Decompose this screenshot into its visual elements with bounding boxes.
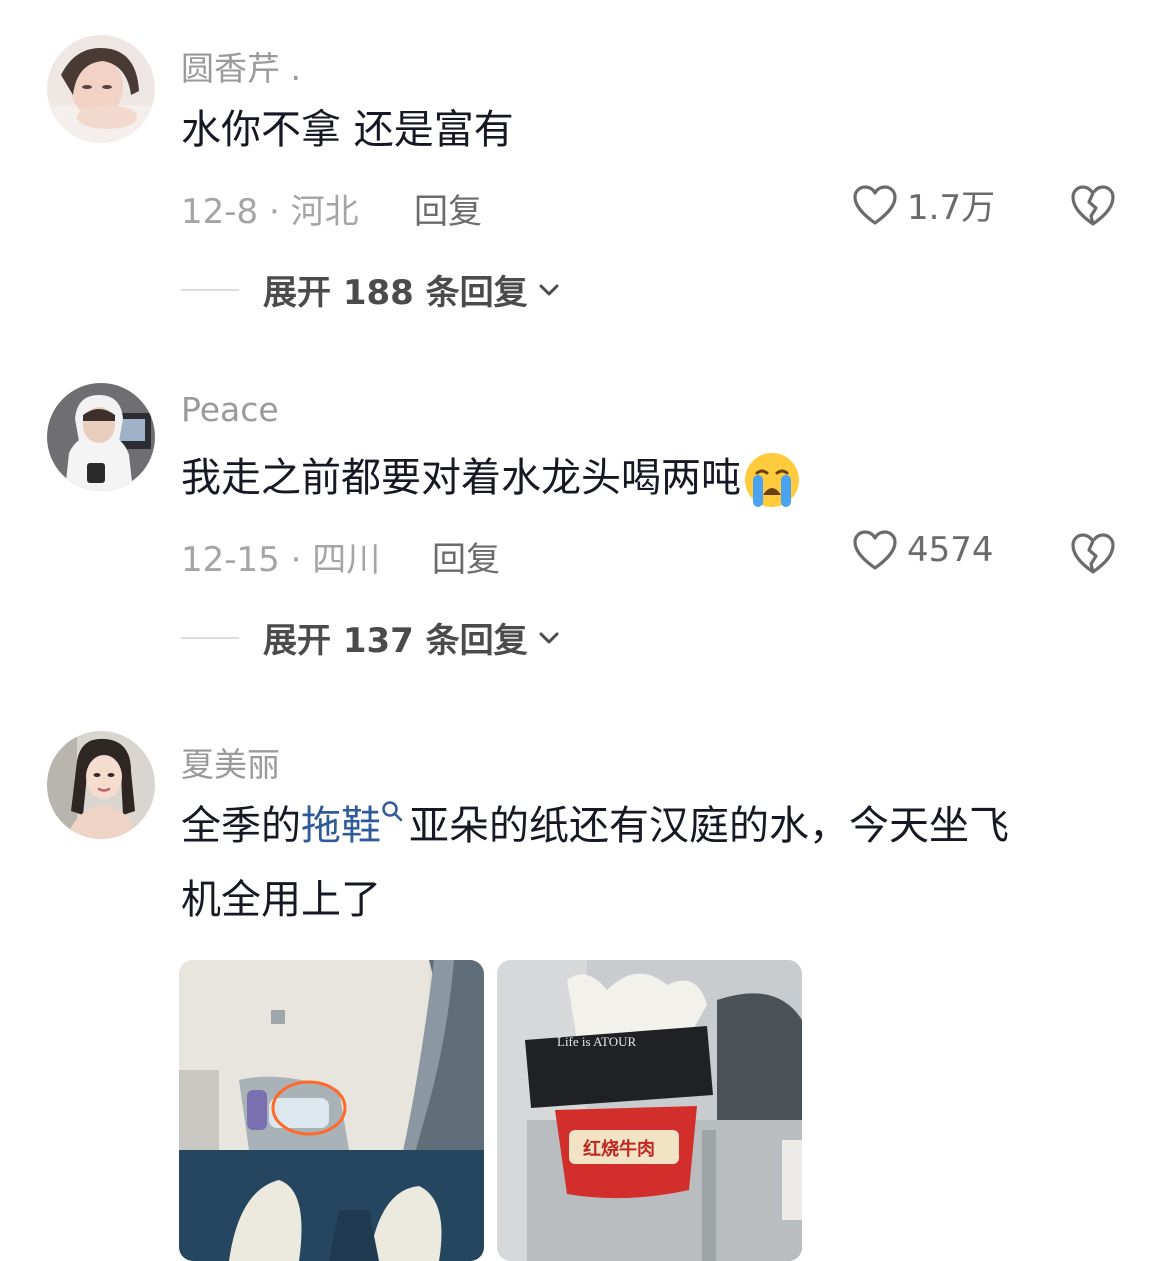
loudly-crying-face-icon [745, 453, 799, 507]
comment-photo[interactable]: Life is ATOUR 红烧牛肉 [497, 960, 802, 1261]
username[interactable]: 圆香芹 . [181, 42, 301, 90]
comment-text-before: 全季的 [181, 803, 301, 849]
comment-text-after: 亚朵的纸还有汉庭的水，今天坐飞 [409, 803, 1009, 849]
comment-date-location: 12-8 · 河北 [181, 192, 359, 232]
heart-icon [853, 530, 897, 570]
search-icon[interactable] [381, 800, 405, 824]
expand-replies-label: 展开 137 条回复 [263, 621, 528, 661]
expand-replies-button[interactable]: 展开 188 条回复 [181, 265, 560, 314]
comment-date-location: 12-15 · 四川 [181, 540, 381, 580]
avatar[interactable] [47, 35, 155, 143]
comment-text: 全季的拖鞋 亚朵的纸还有汉庭的水，今天坐飞 [181, 798, 1009, 854]
avatar[interactable] [47, 383, 155, 491]
comment-text-line2: 机全用上了 [181, 877, 381, 923]
expand-replies-label: 展开 188 条回复 [263, 273, 528, 313]
divider-line [181, 636, 239, 639]
like-count: 4574 [907, 530, 994, 570]
keyword-search-link[interactable]: 拖鞋 [301, 803, 381, 849]
comment-text: 我走之前都要对着水龙头喝两吨 [181, 450, 801, 509]
avatar[interactable] [47, 731, 155, 839]
noodle-label: 红烧牛肉 [583, 1138, 655, 1160]
comment-text: 水你不拿 还是富有 [181, 107, 514, 153]
reply-button[interactable]: 回复 [414, 184, 482, 233]
divider-line [181, 288, 239, 291]
heart-icon [853, 184, 897, 225]
airplane-seat-pocket-photo [179, 960, 484, 1261]
like-button[interactable]: 1.7万 [851, 180, 995, 229]
broken-heart-icon[interactable] [1068, 530, 1118, 576]
tissue-and-noodle-photo: Life is ATOUR 红烧牛肉 [497, 960, 802, 1261]
chevron-down-icon [539, 284, 559, 295]
reply-button[interactable]: 回复 [432, 532, 500, 581]
like-count: 1.7万 [907, 188, 996, 228]
expand-replies-button[interactable]: 展开 137 条回复 [181, 613, 560, 662]
comment-text-content: 我走之前都要对着水龙头喝两吨 [181, 455, 741, 501]
broken-heart-icon[interactable] [1068, 182, 1118, 228]
tissue-brand-label: Life is ATOUR [557, 1034, 637, 1049]
like-button[interactable]: 4574 [851, 528, 994, 572]
comment-photo[interactable] [179, 960, 484, 1261]
username[interactable]: 夏美丽 [181, 738, 280, 786]
username[interactable]: Peace [181, 390, 279, 429]
chevron-down-icon [539, 632, 559, 643]
